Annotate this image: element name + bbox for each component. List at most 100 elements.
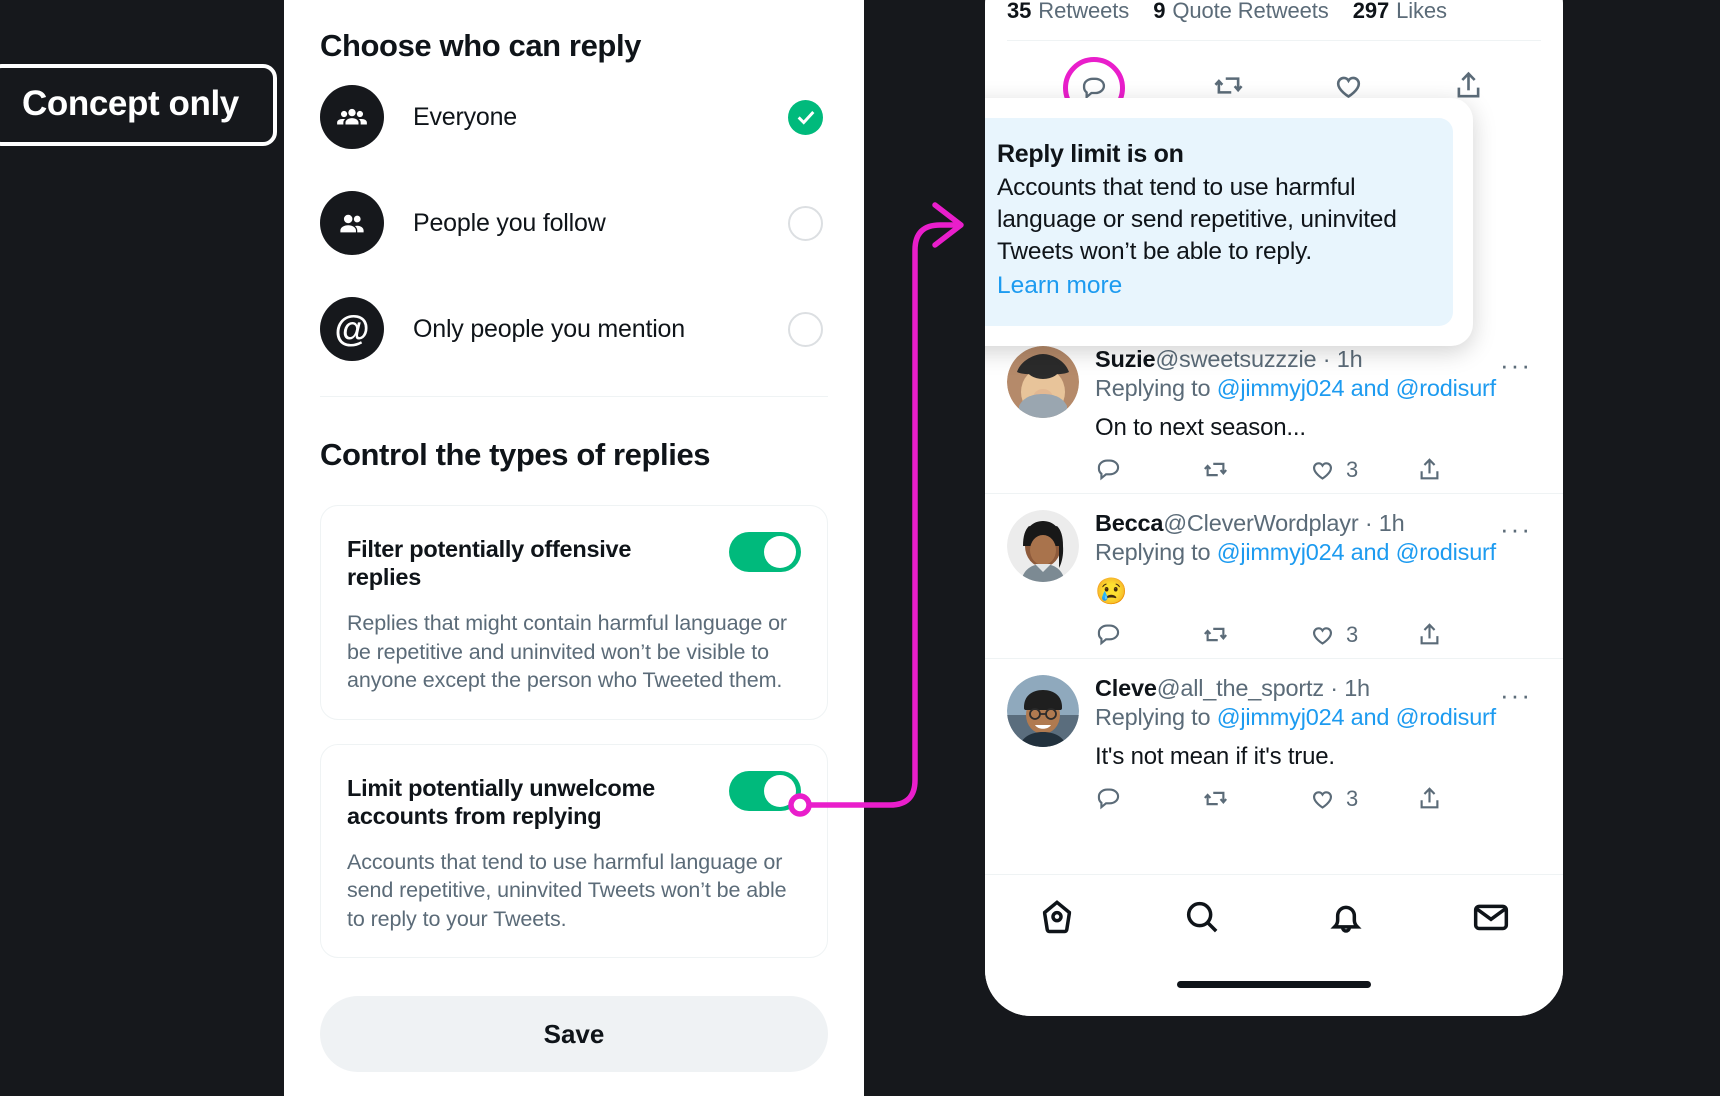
reply-option-label: Only people you mention	[413, 314, 685, 343]
tweet-stats-row: 35 Retweets 9 Quote Retweets 297 Likes	[985, 0, 1563, 40]
list-item[interactable]: Cleve@all_the_sportz · 1h Replying to @j…	[985, 658, 1563, 822]
tweet-time-sep: ·	[1323, 675, 1345, 701]
toggle-knob	[764, 774, 796, 807]
stat-label: Quote Retweets	[1172, 0, 1329, 23]
tweet-replying-line: Replying to @jimmyj024 and @rodisurf	[1095, 704, 1541, 731]
reply-icon[interactable]	[1095, 621, 1202, 648]
card-title: Limit potentially unwelcome accounts fro…	[347, 774, 655, 829]
tweet-actions: 3	[1095, 456, 1541, 483]
tooltip-title: Reply limit is on	[997, 140, 1184, 168]
reply-option-label: People you follow	[413, 208, 606, 237]
group-of-two-icon	[320, 191, 384, 255]
tooltip-text: Accounts that tend to use harmful langua…	[997, 174, 1397, 265]
messages-icon[interactable]	[1471, 897, 1511, 942]
tweet-text: On to next season...	[1095, 414, 1306, 441]
tweet-more-button[interactable]: ···	[1500, 680, 1532, 711]
like-count: 3	[1346, 785, 1359, 811]
tweet-time-sep: ·	[1316, 346, 1337, 372]
tweet-author-name: Becca	[1095, 510, 1164, 536]
list-item[interactable]: Suzie@sweetsuzzzie · 1h Replying to @jim…	[985, 330, 1563, 493]
replying-to-handles[interactable]: @jimmyj024 and @rodisurf	[1217, 539, 1497, 565]
tweet-more-button[interactable]: ···	[1500, 350, 1532, 381]
notifications-icon[interactable]	[1326, 897, 1366, 942]
tweet-replying-line: Replying to @jimmyj024 and @rodisurf	[1095, 539, 1541, 566]
reply-icon[interactable]	[1095, 785, 1202, 812]
tweet-text: It's not mean if it's true.	[1095, 743, 1335, 770]
tweet-author-handle: @sweetsuzzzie	[1155, 346, 1317, 372]
save-button[interactable]: Save	[320, 996, 828, 1072]
at-sign-icon: @	[320, 297, 384, 361]
reply-limit-tooltip: Reply limit is on Accounts that tend to …	[985, 98, 1473, 346]
learn-more-link[interactable]: Learn more	[997, 272, 1122, 300]
stat-label: Likes	[1396, 0, 1447, 23]
replying-to-handles[interactable]: @jimmyj024 and @rodisurf	[1217, 704, 1497, 730]
bottom-navigation	[985, 874, 1563, 1016]
retweet-icon[interactable]	[1202, 785, 1309, 812]
reply-option-label: Everyone	[413, 102, 518, 131]
card-description: Replies that might contain harmful langu…	[347, 611, 787, 693]
tweet-emoji: 😢	[1095, 576, 1128, 606]
setting-card-limit-unwelcome-accounts: Limit potentially unwelcome accounts fro…	[320, 743, 828, 958]
stat-label: Retweets	[1038, 0, 1130, 23]
share-icon[interactable]	[1416, 456, 1523, 483]
tweet-author-line: Suzie@sweetsuzzzie · 1h	[1095, 346, 1541, 373]
tweet-replying-line: Replying to @jimmyj024 and @rodisurf	[1095, 375, 1541, 402]
setting-card-filter-offensive-replies: Filter potentially offensive replies Rep…	[320, 505, 828, 720]
phone-mockup: 35 Retweets 9 Quote Retweets 297 Likes R…	[985, 0, 1563, 1016]
stat-likes[interactable]: 297 Likes	[1353, 0, 1447, 24]
avatar[interactable]	[1007, 675, 1079, 747]
reply-option-only-people-you-mention[interactable]: @ Only people you mention	[320, 276, 828, 382]
reply-settings-panel: Choose who can reply Everyone People you…	[284, 0, 864, 1096]
like-count: 3	[1346, 456, 1359, 482]
radio-people-you-follow[interactable]	[788, 205, 823, 241]
reply-icon[interactable]	[1095, 456, 1202, 483]
stat-quote-retweets[interactable]: 9 Quote Retweets	[1153, 0, 1329, 24]
stat-count: 9	[1153, 0, 1166, 23]
avatar[interactable]	[1007, 346, 1079, 418]
reply-list: Suzie@sweetsuzzzie · 1h Replying to @jim…	[985, 330, 1563, 822]
reply-option-everyone[interactable]: Everyone	[320, 64, 828, 170]
toggle-filter-offensive-replies[interactable]	[729, 532, 801, 572]
retweet-icon[interactable]	[1202, 621, 1309, 648]
like-icon[interactable]: 3	[1309, 785, 1416, 812]
concept-only-badge: Concept only	[0, 64, 277, 146]
home-icon[interactable]	[1037, 897, 1077, 942]
toggle-knob	[764, 536, 796, 568]
tweet-actions: 3	[1095, 785, 1541, 812]
tweet-time-sep: ·	[1358, 510, 1379, 536]
list-item[interactable]: Becca@CleverWordplayr · 1h Replying to @…	[985, 493, 1563, 658]
share-icon[interactable]	[1416, 785, 1523, 812]
stat-count: 35	[1007, 0, 1032, 23]
radio-everyone-selected[interactable]	[788, 99, 823, 135]
group-of-three-icon	[320, 85, 384, 149]
screenshot-root: Concept only Choose who can reply Everyo…	[0, 0, 1720, 1096]
tweet-author-handle: @all_the_sportz	[1156, 675, 1324, 701]
like-icon[interactable]: 3	[1309, 621, 1416, 648]
reply-option-people-you-follow[interactable]: People you follow	[320, 170, 828, 276]
tweet-time: 1h	[1344, 675, 1370, 701]
stat-retweets[interactable]: 35 Retweets	[1007, 0, 1129, 24]
card-description: Accounts that tend to use harmful langua…	[347, 849, 787, 931]
search-icon[interactable]	[1182, 897, 1222, 942]
tweet-author-line: Becca@CleverWordplayr · 1h	[1095, 510, 1541, 537]
like-count: 3	[1346, 621, 1359, 647]
stat-count: 297	[1352, 0, 1390, 23]
replying-to-handles[interactable]: @jimmyj024 and @rodisurf	[1217, 375, 1497, 401]
replying-prefix: Replying to	[1095, 375, 1217, 401]
tweet-author-handle: @CleverWordplayr	[1163, 510, 1359, 536]
tweet-time: 1h	[1336, 346, 1363, 372]
share-icon[interactable]	[1416, 621, 1523, 648]
section-title-control-types-of-replies: Control the types of replies	[320, 437, 711, 472]
toggle-limit-unwelcome-accounts[interactable]	[729, 770, 801, 811]
tweet-author-line: Cleve@all_the_sportz · 1h	[1095, 675, 1541, 702]
card-title: Filter potentially offensive replies	[347, 536, 632, 591]
like-icon[interactable]: 3	[1309, 456, 1416, 483]
tweet-author-name: Cleve	[1095, 675, 1157, 701]
replying-prefix: Replying to	[1095, 539, 1217, 565]
tweet-more-button[interactable]: ···	[1500, 514, 1532, 545]
tweet-author-name: Suzie	[1095, 346, 1156, 372]
avatar[interactable]	[1007, 510, 1079, 582]
retweet-icon[interactable]	[1202, 456, 1309, 483]
home-indicator-bar	[1177, 981, 1371, 988]
radio-only-people-you-mention[interactable]	[788, 311, 823, 347]
